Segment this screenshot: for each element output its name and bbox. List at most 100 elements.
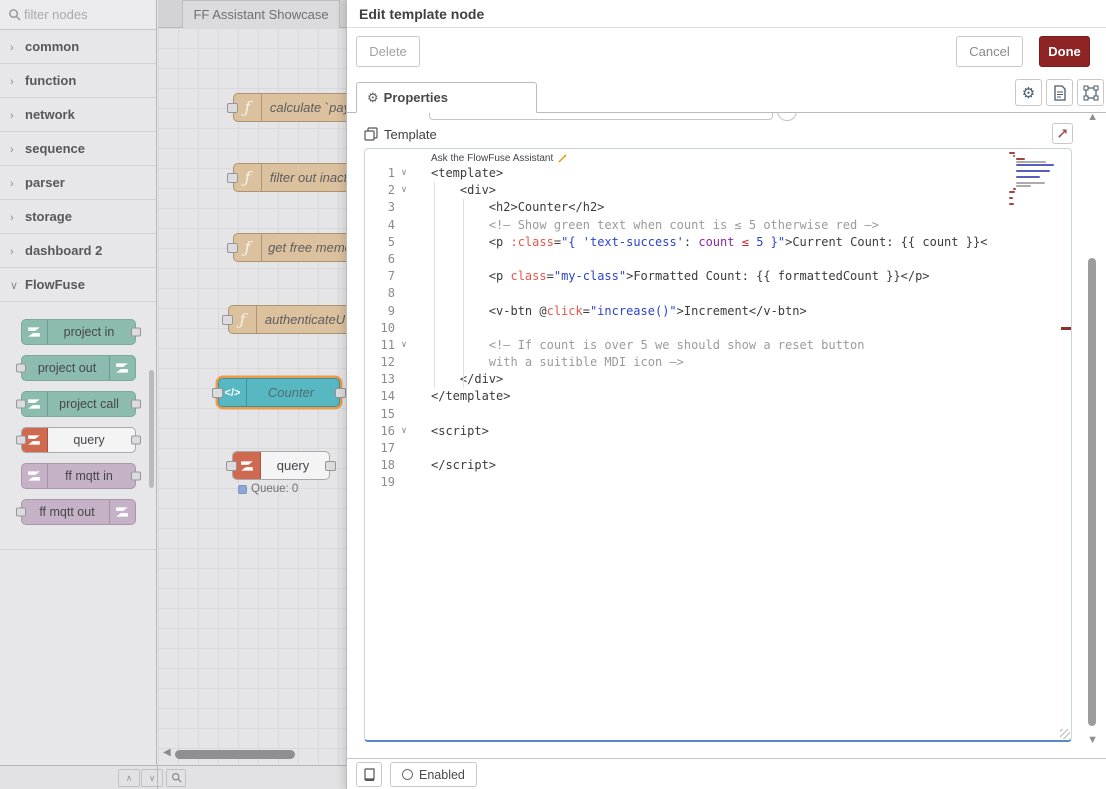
code-line: 2∨ <div>	[365, 182, 1071, 199]
code-text: <template>	[413, 166, 503, 180]
node-port-out[interactable]	[131, 400, 141, 409]
hscroll-thumb[interactable]	[175, 750, 295, 759]
fold-arrow-icon[interactable]: ∨	[395, 165, 413, 182]
palette-category-function[interactable]: ›function	[0, 64, 156, 98]
flow-node-authenticateu[interactable]: ƒauthenticateU	[228, 305, 346, 334]
flow-node-calculate-pay[interactable]: ƒcalculate `pay	[233, 93, 346, 122]
palette-node-project-in[interactable]: project in	[21, 319, 136, 345]
node-port-out[interactable]	[131, 472, 141, 481]
line-number: 14	[365, 388, 395, 405]
palette-node-label: project in	[48, 320, 131, 344]
minimap-line	[1009, 152, 1015, 154]
palette-node-ff-mqtt-out[interactable]: ff mqtt out	[21, 499, 136, 525]
palette-category-label: function	[25, 73, 76, 88]
gear-icon: ⚙	[1022, 84, 1035, 102]
collapse-all-button[interactable]: ∧	[118, 769, 140, 787]
editor-minimap[interactable]	[1009, 152, 1065, 209]
line-number: 1	[365, 165, 395, 182]
flow-node-filter-out-inacti[interactable]: ƒfilter out inacti	[233, 163, 346, 192]
zoom-button[interactable]	[166, 769, 186, 787]
palette-node-project-out[interactable]: project out	[21, 355, 136, 381]
node-settings-button[interactable]: ⚙	[1015, 79, 1042, 106]
flow-node-counter[interactable]: </>Counter	[218, 378, 340, 407]
function-icon: ƒ	[234, 94, 262, 121]
node-port-in[interactable]	[227, 243, 238, 253]
node-port-out[interactable]	[131, 436, 141, 445]
expand-editor-button[interactable]	[1052, 123, 1073, 144]
node-port-out[interactable]	[325, 461, 336, 471]
gear-icon: ⚙	[367, 90, 379, 105]
delete-button[interactable]: Delete	[356, 36, 420, 67]
chevron-right-icon: ›	[10, 133, 25, 167]
palette-search[interactable]	[0, 0, 156, 30]
scroll-down-icon[interactable]: ▼	[1087, 734, 1098, 746]
fold-arrow-icon[interactable]: ∨	[395, 182, 413, 199]
flow-node-get-free-memo[interactable]: ƒget free memo	[233, 233, 346, 262]
code-line: 14</template>	[365, 388, 1071, 405]
code-editor[interactable]: Ask the FlowFuse Assistant 1∨<template>2…	[364, 148, 1072, 742]
flow-canvas[interactable]: ◀ ƒcalculate `pay ƒfilter out inacti ƒget …	[158, 28, 346, 765]
code-text	[413, 475, 431, 489]
palette-node-ff-mqtt-in[interactable]: ff mqtt in	[21, 463, 136, 489]
dialog-scrollbar[interactable]	[1088, 258, 1096, 726]
node-port-in[interactable]	[16, 436, 26, 445]
node-status-text: Queue: 0	[251, 483, 298, 495]
enabled-toggle[interactable]: Enabled	[390, 762, 477, 787]
code-text: with a suitible MDI icon —>	[413, 355, 684, 369]
palette-node-query[interactable]: query	[21, 427, 136, 453]
minimap-line	[1009, 203, 1014, 205]
node-port-in[interactable]	[222, 315, 233, 325]
status-circle-icon	[402, 769, 413, 780]
palette-category-label: common	[25, 39, 79, 54]
palette-category-dashboard-2[interactable]: ›dashboard 2	[0, 234, 156, 268]
assistant-button[interactable]: Ask the FlowFuse Assistant	[431, 151, 568, 165]
expand-all-button[interactable]: ∨	[141, 769, 163, 787]
node-port-in[interactable]	[226, 461, 237, 471]
node-port-out[interactable]	[335, 388, 346, 398]
line-number: 15	[365, 406, 395, 423]
code-line: 17	[365, 440, 1071, 457]
filter-nodes-input[interactable]	[24, 0, 144, 28]
flowfuse-logo-icon	[22, 320, 48, 344]
code-line: 1∨<template>	[365, 165, 1071, 182]
node-port-in[interactable]	[227, 103, 238, 113]
code-text: <!— Show green text when count is ≤ 5 ot…	[413, 218, 879, 232]
palette-node-project-call[interactable]: project call	[21, 391, 136, 417]
template-field-label: Template	[384, 127, 437, 142]
editor-resize-handle[interactable]	[1060, 729, 1070, 739]
palette-category-flowfuse[interactable]: ∨FlowFuse	[0, 268, 156, 302]
flow-node-label: authenticateU	[257, 306, 346, 333]
fold-arrow-icon[interactable]: ∨	[395, 337, 413, 354]
flow-node-query[interactable]: query	[232, 451, 330, 480]
node-port-in[interactable]	[16, 400, 26, 409]
node-port-in[interactable]	[16, 508, 26, 517]
palette-category-common[interactable]: ›common	[0, 30, 156, 64]
hscroll-left-icon[interactable]: ◀	[163, 747, 171, 758]
fold-arrow-icon[interactable]: ∨	[395, 423, 413, 440]
code-line: 16∨<script>	[365, 423, 1071, 440]
edit-template-dialog: Edit template node Delete Cancel Done ⚙P…	[346, 0, 1106, 789]
tab-properties[interactable]: ⚙Properties	[356, 82, 537, 113]
docs-button[interactable]	[356, 762, 382, 787]
palette-category-sequence[interactable]: ›sequence	[0, 132, 156, 166]
node-port-in[interactable]	[212, 388, 223, 398]
code-text: <h2>Counter</h2>	[413, 200, 604, 214]
node-port-out[interactable]	[131, 328, 141, 337]
appearance-button[interactable]	[1077, 79, 1104, 106]
flowfuse-logo-icon	[109, 356, 135, 380]
cancel-button[interactable]: Cancel	[956, 36, 1023, 67]
palette-category-network[interactable]: ›network	[0, 98, 156, 132]
description-button[interactable]	[1046, 79, 1073, 106]
flow-tab[interactable]: FF Assistant Showcase	[182, 0, 340, 28]
palette-scrollbar[interactable]	[149, 370, 154, 488]
done-button[interactable]: Done	[1039, 36, 1090, 67]
code-line: 15	[365, 406, 1071, 423]
palette-category-storage[interactable]: ›storage	[0, 200, 156, 234]
palette-category-label: network	[25, 107, 75, 122]
dialog-footer: Enabled	[347, 758, 1106, 789]
node-port-in[interactable]	[16, 364, 26, 373]
node-port-in[interactable]	[227, 173, 238, 183]
scroll-up-icon[interactable]: ▲	[1087, 113, 1098, 123]
palette-category-parser[interactable]: ›parser	[0, 166, 156, 200]
line-number: 18	[365, 457, 395, 474]
